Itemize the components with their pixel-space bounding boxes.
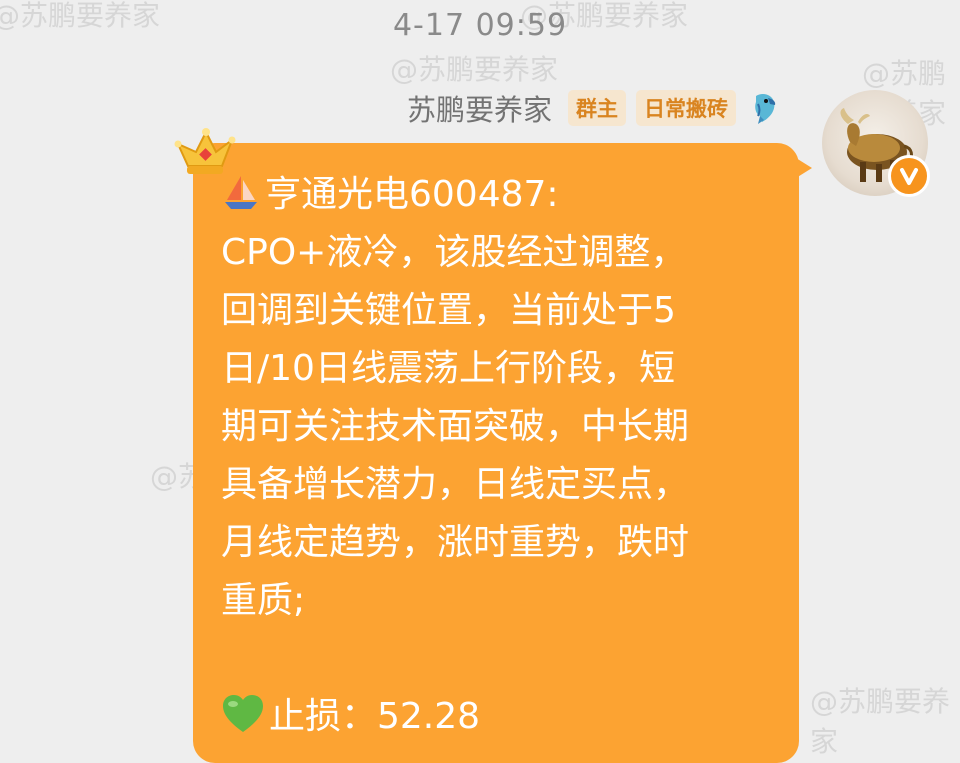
stop-loss-text: 止损：52.28 [269,696,481,737]
sender-name[interactable]: 苏鹏要养家 [407,87,552,129]
message-line: 亨通光电600487: [221,166,787,224]
message-timestamp: 4-17 09:59 [392,8,568,43]
message-line: 月线定趋势，涨时重势，跌时 [221,522,690,563]
watermark: @苏鹏要养家 [810,685,951,758]
message-text: 亨通光电600487: CPO+液冷，该股经过调整， 回调到关键位置，当前处于5… [221,166,787,746]
watermark: @苏鹏要养家 [390,53,559,86]
parrot-icon [746,90,782,126]
sender-header: 苏鹏要养家 群主 日常搬砖 [407,88,782,128]
message-line: 重质; [221,580,306,621]
verified-v-icon [888,155,930,197]
message-line: 具备增长潜力，日线定买点， [221,464,690,505]
badge-group-owner: 群主 [568,90,626,126]
message-line: CPO+液冷，该股经过调整， [221,232,687,273]
bubble-tail [796,158,812,178]
sailboat-icon [221,172,261,230]
stop-loss-line: 止损：52.28 [221,688,787,746]
green-heart-icon [221,694,265,752]
message-line: 回调到关键位置，当前处于5 [221,290,676,331]
badge-daily: 日常搬砖 [636,90,736,126]
message-line-text: 亨通光电600487: [265,174,559,215]
message-line: 日/10日线震荡上行阶段，短 [221,348,675,389]
message-line: 期可关注技术面突破，中长期 [221,406,690,447]
